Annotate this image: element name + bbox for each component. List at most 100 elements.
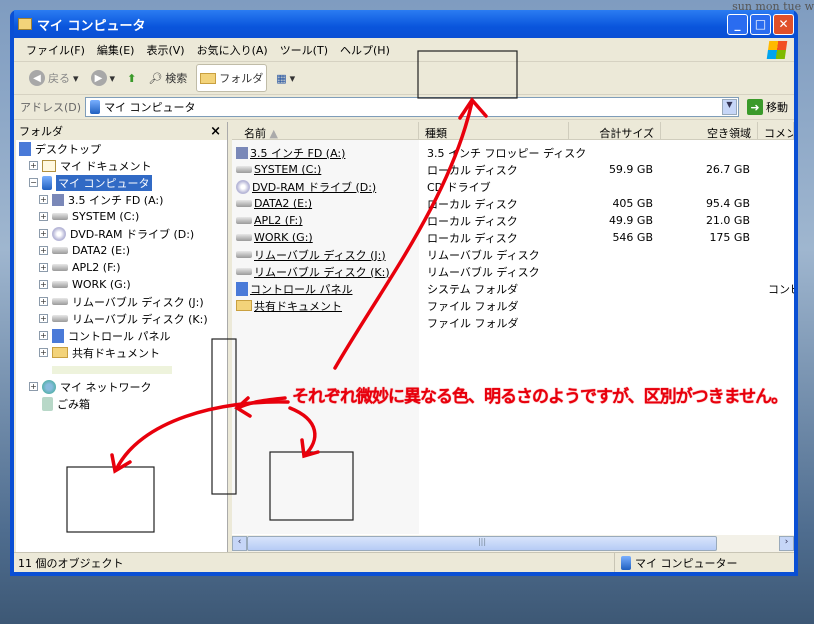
file-name[interactable]: 共有ドキュメント [254, 298, 342, 314]
tree-item[interactable]: + DATA2 (E:) [16, 242, 227, 259]
tree-item[interactable]: ごみ箱 [16, 395, 227, 412]
file-row[interactable]: 共有ドキュメント ファイル フォルダ [232, 297, 794, 314]
expand-toggle[interactable]: + [39, 246, 48, 255]
expand-toggle[interactable]: + [39, 280, 48, 289]
folders-button[interactable]: フォルダ [196, 64, 268, 92]
tree-item[interactable] [16, 361, 227, 378]
expand-toggle[interactable]: + [39, 348, 48, 357]
menu-view[interactable]: 表示(V) [146, 42, 184, 58]
scrollbar-thumb[interactable]: ||| [247, 536, 717, 551]
tree-item-label: マイ ドキュメント [60, 159, 152, 173]
file-row[interactable]: リムーバブル ディスク (J:) リムーバブル ディスク [232, 246, 794, 263]
file-name-cell: リムーバブル ディスク (J:) [232, 247, 419, 263]
back-button[interactable]: ◀ 戻る ▾ [26, 64, 82, 92]
tree-item-label: SYSTEM (C:) [72, 210, 140, 223]
title-bar[interactable]: マイ コンピュータ _ □ ✕ [14, 10, 794, 38]
tree-item[interactable]: デスクトップ [16, 140, 227, 157]
tree-item[interactable]: + SYSTEM (C:) [16, 208, 227, 225]
column-header-total-size[interactable]: 合計サイズ [569, 122, 661, 139]
file-name[interactable]: SYSTEM (C:) [254, 163, 321, 176]
comment: コンピュ [768, 282, 794, 296]
menu-bar: ファイル(F) 編集(E) 表示(V) お気に入り(A) ツール(T) ヘルプ(… [14, 38, 794, 62]
file-name[interactable]: リムーバブル ディスク (K:) [254, 264, 390, 280]
expand-toggle[interactable]: + [39, 297, 48, 306]
scroll-left-button[interactable]: ‹ [232, 536, 247, 551]
menu-help[interactable]: ヘルプ(H) [340, 42, 390, 58]
go-button[interactable]: ➜ 移動 [743, 99, 794, 115]
file-name[interactable]: リムーバブル ディスク (J:) [254, 247, 386, 263]
column-header-comment[interactable]: コメント [758, 122, 794, 139]
file-name[interactable]: DVD-RAM ドライブ (D:) [252, 179, 376, 195]
expand-toggle[interactable]: + [39, 195, 48, 204]
expand-toggle[interactable]: + [29, 382, 38, 391]
views-button[interactable]: ▦ ▾ [273, 64, 298, 92]
column-header-name[interactable]: 名前 ▲ [232, 122, 419, 139]
file-row[interactable]: DVD-RAM ドライブ (D:) CD ドライブ [232, 178, 794, 195]
status-object-count: 11 個のオブジェクト [18, 556, 124, 570]
file-row[interactable]: DATA2 (E:) ローカル ディスク 405 GB 95.4 GB [232, 195, 794, 212]
tree-item-label: 3.5 インチ FD (A:) [68, 193, 164, 207]
tree-item[interactable]: + DVD-RAM ドライブ (D:) [16, 225, 227, 242]
minimize-button[interactable]: _ [727, 13, 748, 35]
tree-item-label: APL2 (F:) [72, 261, 121, 274]
expand-toggle[interactable]: + [39, 314, 48, 323]
tree-item[interactable]: + APL2 (F:) [16, 259, 227, 276]
column-header-type[interactable]: 種類 [419, 122, 569, 139]
file-name[interactable]: コントロール パネル [250, 281, 353, 297]
tree-item-label: DVD-RAM ドライブ (D:) [70, 227, 195, 241]
tree-item[interactable]: +3.5 インチ FD (A:) [16, 191, 227, 208]
file-name-cell: DVD-RAM ドライブ (D:) [232, 179, 419, 195]
menu-file[interactable]: ファイル(F) [26, 42, 85, 58]
expand-toggle[interactable]: − [29, 178, 38, 187]
fd-icon [52, 193, 64, 206]
expand-toggle[interactable]: + [39, 229, 48, 238]
expand-toggle[interactable]: + [29, 161, 38, 170]
free-space: 95.4 GB [705, 197, 750, 210]
forward-button[interactable]: ▶ ▾ [88, 64, 119, 92]
cd-icon [236, 179, 250, 194]
file-row[interactable]: コントロール パネル システム フォルダ コンピュ [232, 280, 794, 297]
tree-item[interactable]: + マイ ネットワーク [16, 378, 227, 395]
file-row[interactable]: SYSTEM (C:) ローカル ディスク 59.9 GB 26.7 GB [232, 161, 794, 178]
tree-item[interactable]: + マイ ドキュメント [16, 157, 227, 174]
search-button[interactable]: 🔎︎ 検索 [145, 64, 190, 92]
address-input[interactable]: マイ コンピュータ ▼ [85, 97, 739, 117]
file-name-cell: コントロール パネル [232, 281, 419, 297]
file-name[interactable]: WORK (G:) [254, 231, 313, 244]
scroll-right-button[interactable]: › [779, 536, 794, 551]
file-row[interactable]: リムーバブル ディスク (K:) リムーバブル ディスク [232, 263, 794, 280]
column-header-free-space[interactable]: 空き領域 [661, 122, 758, 139]
back-label: 戻る [48, 72, 70, 85]
menu-edit[interactable]: 編集(E) [97, 42, 135, 58]
address-value: マイ コンピュータ [104, 101, 196, 114]
maximize-button[interactable]: □ [750, 13, 771, 35]
file-row[interactable]: WORK (G:) ローカル ディスク 546 GB 175 GB [232, 229, 794, 246]
menu-favorites[interactable]: お気に入り(A) [197, 42, 268, 58]
tree-item[interactable]: + WORK (G:) [16, 276, 227, 293]
expand-toggle[interactable]: + [39, 331, 48, 340]
file-row[interactable]: 3.5 インチ FD (A:) 3.5 インチ フロッピー ディスク [232, 144, 794, 161]
close-button[interactable]: ✕ [773, 13, 794, 35]
menu-tools[interactable]: ツール(T) [280, 42, 328, 58]
horizontal-scrollbar[interactable]: ‹ ||| › [232, 535, 794, 552]
file-name[interactable]: 3.5 インチ FD (A:) [250, 145, 345, 161]
file-row[interactable]: ファイル フォルダ [232, 314, 794, 331]
tree-item[interactable]: + リムーバブル ディスク (J:) [16, 293, 227, 310]
tree-item[interactable]: + コントロール パネル [16, 327, 227, 344]
address-dropdown-button[interactable]: ▼ [722, 99, 737, 115]
expand-toggle[interactable]: + [39, 263, 48, 272]
tree-item[interactable]: − マイ コンピュータ [16, 174, 227, 191]
file-row[interactable]: APL2 (F:) ローカル ディスク 49.9 GB 21.0 GB [232, 212, 794, 229]
tree-item[interactable]: + 共有ドキュメント [16, 344, 227, 361]
file-type: ファイル フォルダ [427, 316, 519, 330]
expand-toggle[interactable]: + [39, 212, 48, 221]
search-icon: 🔎︎ [148, 71, 163, 85]
up-folder-button[interactable]: ⬆ [124, 64, 139, 92]
folders-pane-close-button[interactable]: × [210, 124, 221, 139]
tree-item[interactable]: + リムーバブル ディスク (K:) [16, 310, 227, 327]
file-name[interactable]: APL2 (F:) [254, 214, 303, 227]
file-list: 3.5 インチ FD (A:) 3.5 インチ フロッピー ディスク SYSTEM … [232, 144, 794, 331]
file-name[interactable]: DATA2 (E:) [254, 197, 312, 210]
forward-arrow-icon: ▶ [90, 70, 107, 86]
doc-icon [42, 159, 56, 172]
